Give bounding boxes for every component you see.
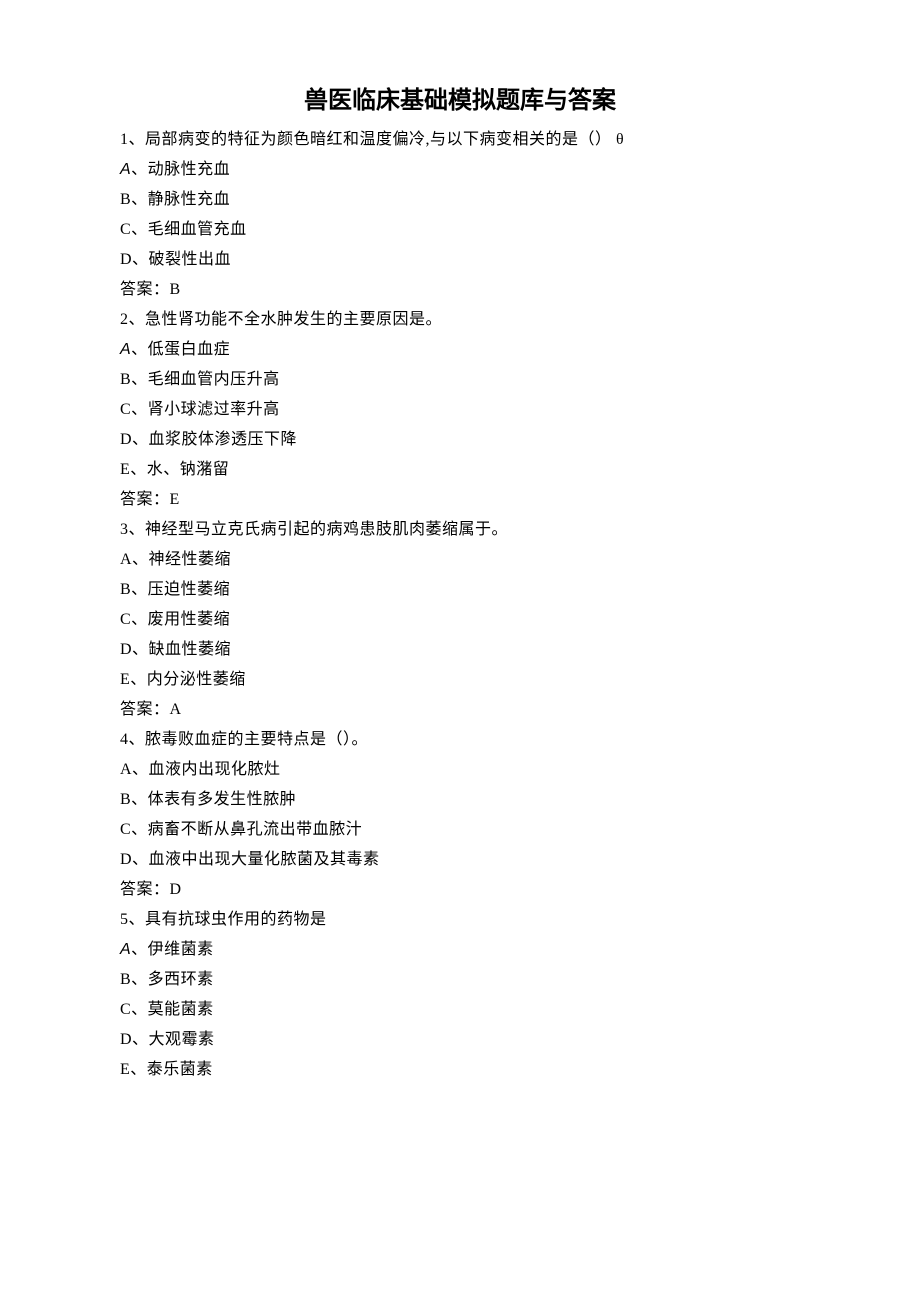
question-option: C、莫能菌素 xyxy=(120,995,800,1025)
document-page: 兽医临床基础模拟题库与答案 1、局部病变的特征为颜色暗红和温度偏冷,与以下病变相… xyxy=(0,0,920,1145)
option-text: 、低蛋白血症 xyxy=(131,341,230,358)
question-option: B、多西环素 xyxy=(120,965,800,995)
question-option: A、伊维菌素 xyxy=(120,935,800,965)
question-option: E、内分泌性萎缩 xyxy=(120,665,800,695)
question-option: C、毛细血管充血 xyxy=(120,215,800,245)
question-option: D、缺血性萎缩 xyxy=(120,635,800,665)
question-option: D、大观霉素 xyxy=(120,1025,800,1055)
question-answer: 答案：E xyxy=(120,485,800,515)
question-option: B、静脉性充血 xyxy=(120,185,800,215)
option-letter: A xyxy=(120,941,131,958)
option-text: 、伊维菌素 xyxy=(131,941,214,958)
question-option: C、废用性萎缩 xyxy=(120,605,800,635)
question-answer: 答案：B xyxy=(120,275,800,305)
question-stem: 2、急性肾功能不全水肿发生的主要原因是。 xyxy=(120,305,800,335)
page-title: 兽医临床基础模拟题库与答案 xyxy=(120,80,800,115)
question-option: D、破裂性出血 xyxy=(120,245,800,275)
question-option: A、血液内出现化脓灶 xyxy=(120,755,800,785)
question-option: B、体表有多发生性脓肿 xyxy=(120,785,800,815)
question-answer: 答案：A xyxy=(120,695,800,725)
question-option: A、动脉性充血 xyxy=(120,155,800,185)
question-option: E、水、钠潴留 xyxy=(120,455,800,485)
question-option: D、血浆胶体渗透压下降 xyxy=(120,425,800,455)
question-stem: 4、脓毒败血症的主要特点是（）。 xyxy=(120,725,800,755)
question-option: B、毛细血管内压升高 xyxy=(120,365,800,395)
question-option: A、神经性萎缩 xyxy=(120,545,800,575)
option-letter: A xyxy=(120,161,131,178)
question-answer: 答案：D xyxy=(120,875,800,905)
question-stem: 1、局部病变的特征为颜色暗红和温度偏冷,与以下病变相关的是（） θ xyxy=(120,125,800,155)
option-text: 、动脉性充血 xyxy=(131,161,230,178)
question-option: B、压迫性萎缩 xyxy=(120,575,800,605)
question-option: C、病畜不断从鼻孔流出带血脓汁 xyxy=(120,815,800,845)
question-stem: 5、具有抗球虫作用的药物是 xyxy=(120,905,800,935)
question-stem: 3、神经型马立克氏病引起的病鸡患肢肌肉萎缩属于。 xyxy=(120,515,800,545)
question-option: D、血液中出现大量化脓菌及其毒素 xyxy=(120,845,800,875)
option-letter: A xyxy=(120,341,131,358)
question-option: A、低蛋白血症 xyxy=(120,335,800,365)
question-option: C、肾小球滤过率升高 xyxy=(120,395,800,425)
question-list: 1、局部病变的特征为颜色暗红和温度偏冷,与以下病变相关的是（） θA、动脉性充血… xyxy=(120,125,800,1085)
question-option: E、泰乐菌素 xyxy=(120,1055,800,1085)
